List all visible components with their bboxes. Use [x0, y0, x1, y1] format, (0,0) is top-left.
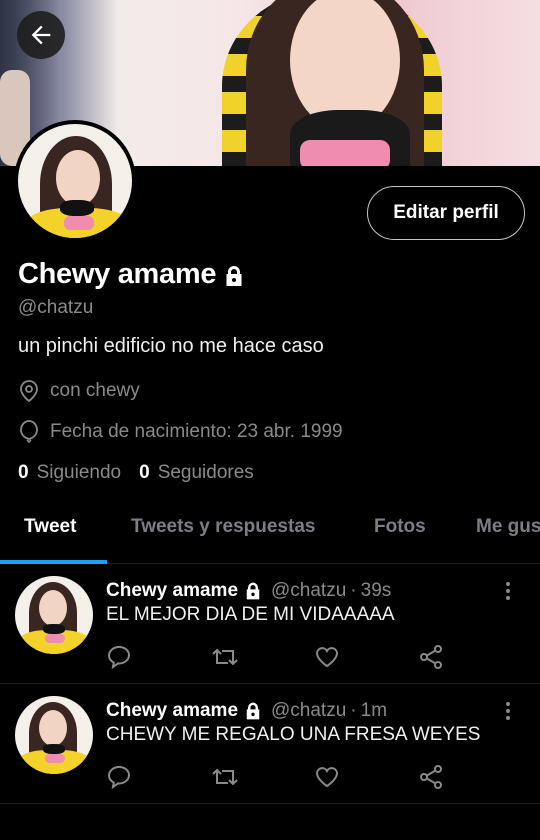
profile-bio: un pinchi edificio no me hace caso: [18, 335, 324, 357]
lock-icon: [246, 702, 260, 720]
more-vertical-icon[interactable]: [500, 700, 516, 722]
lock-icon: [246, 582, 260, 600]
heart-icon[interactable]: [314, 644, 340, 670]
tweet-text: EL MEJOR DIA DE MI VIDAAAAA: [106, 604, 395, 625]
tweet-item[interactable]: Chewy amame @chatzu · 1m CHEWY ME REGALO…: [0, 686, 540, 804]
location-text: con chewy: [50, 380, 140, 401]
tweet-avatar[interactable]: [15, 576, 93, 654]
avatar-bow: [45, 634, 65, 643]
share-icon[interactable]: [418, 764, 444, 790]
following-label: Siguiendo: [36, 462, 122, 483]
active-tab-indicator: [0, 560, 107, 564]
birthday-text: Fecha de nacimiento: 23 abr. 1999: [50, 421, 343, 442]
banner-bow: [300, 140, 390, 166]
arrow-left-icon: [31, 25, 51, 45]
following-link[interactable]: 0 Siguiendo: [18, 462, 121, 484]
tweet-separator: ·: [350, 580, 357, 601]
tweet-author-name: Chewy amame: [106, 580, 239, 601]
followers-link[interactable]: 0 Seguidores: [139, 462, 254, 484]
tweet-actions: [106, 644, 446, 670]
profile-name: Chewy amame: [18, 258, 217, 290]
more-vertical-icon[interactable]: [500, 580, 516, 602]
heart-icon[interactable]: [314, 764, 340, 790]
tweet-author-handle: @chatzu: [271, 580, 347, 601]
avatar-bow: [45, 754, 65, 763]
tab-tweets[interactable]: Tweet: [24, 516, 76, 538]
tweet-header: Chewy amame @chatzu · 1m: [106, 700, 387, 722]
avatar-collar: [43, 744, 65, 754]
edit-profile-button[interactable]: Editar perfil: [367, 186, 525, 240]
tweet-header: Chewy amame @chatzu · 39s: [106, 580, 391, 602]
profile-location: con chewy: [18, 379, 140, 403]
avatar-collar: [60, 200, 94, 216]
location-pin-icon: [20, 380, 38, 403]
avatar-face: [39, 590, 67, 626]
following-count: 0: [18, 462, 29, 483]
tweet-item[interactable]: Chewy amame @chatzu · 39s EL MEJOR DIA D…: [0, 566, 540, 684]
profile-avatar[interactable]: [14, 120, 136, 242]
share-icon[interactable]: [418, 644, 444, 670]
balloon-icon: [20, 420, 38, 444]
followers-label: Seguidores: [157, 462, 254, 483]
tweet-author-handle: @chatzu: [271, 700, 347, 721]
tweet-separator: ·: [350, 700, 357, 721]
tab-tweets-replies[interactable]: Tweets y respuestas: [131, 516, 315, 538]
lock-icon: [226, 266, 242, 286]
profile-handle: @chatzu: [18, 297, 94, 318]
avatar-bow: [64, 216, 94, 230]
reply-icon[interactable]: [106, 644, 132, 670]
profile-birthday: Fecha de nacimiento: 23 abr. 1999: [18, 419, 343, 445]
back-button[interactable]: [17, 11, 65, 59]
tweet-avatar[interactable]: [15, 696, 93, 774]
avatar-collar: [43, 624, 65, 634]
profile-tabs: Tweet Tweets y respuestas Fotos Me gus: [0, 500, 540, 564]
retweet-icon[interactable]: [210, 644, 240, 670]
tweet-text: CHEWY ME REGALO UNA FRESA WEYES: [106, 724, 481, 745]
tab-likes[interactable]: Me gus: [476, 516, 540, 538]
tweet-author-name: Chewy amame: [106, 700, 239, 721]
avatar-face: [39, 710, 67, 746]
followers-count: 0: [139, 462, 150, 483]
reply-icon[interactable]: [106, 764, 132, 790]
tweet-timestamp: 1m: [360, 700, 388, 721]
tweet-timestamp: 39s: [360, 580, 392, 601]
retweet-icon[interactable]: [210, 764, 240, 790]
profile-name-row: Chewy amame: [18, 258, 246, 291]
follow-stats: 0 Siguiendo 0 Seguidores: [18, 462, 272, 484]
avatar-face: [56, 150, 100, 206]
tweet-actions: [106, 764, 446, 790]
tab-photos[interactable]: Fotos: [374, 516, 426, 538]
